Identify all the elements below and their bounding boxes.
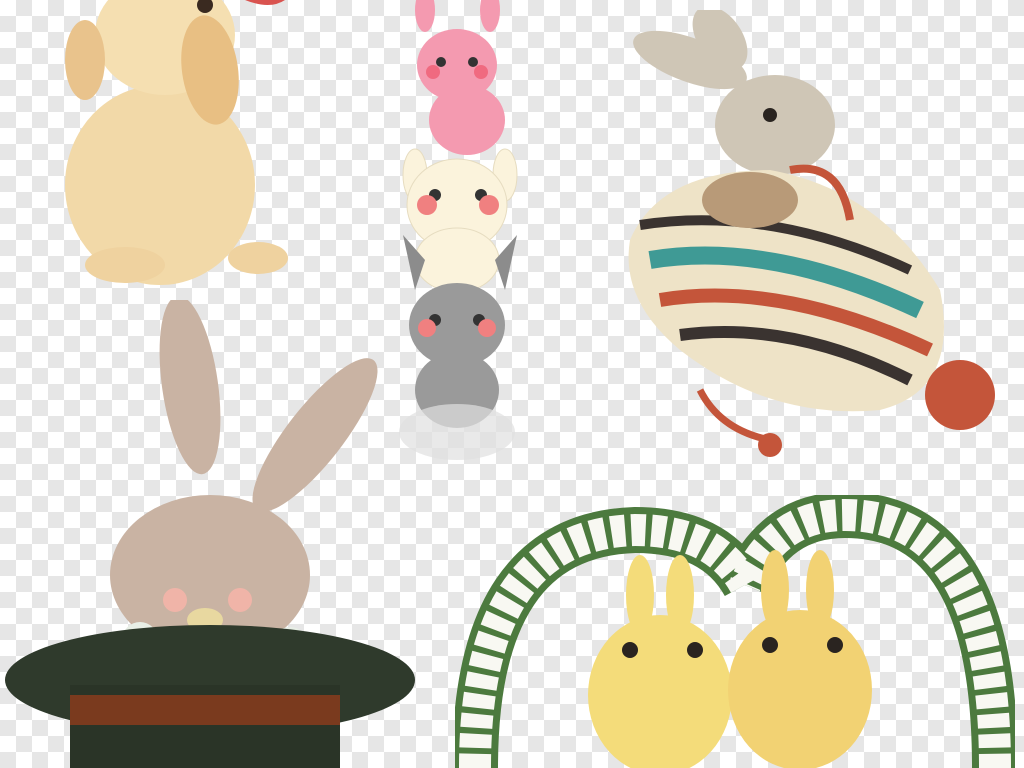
rabbit-in-top-hat	[5, 300, 415, 768]
watercolor-lop-rabbit	[65, 0, 288, 285]
yellow-rabbits-rose-wreath	[455, 495, 1015, 768]
rabbit-in-knit-bag	[628, 10, 995, 457]
